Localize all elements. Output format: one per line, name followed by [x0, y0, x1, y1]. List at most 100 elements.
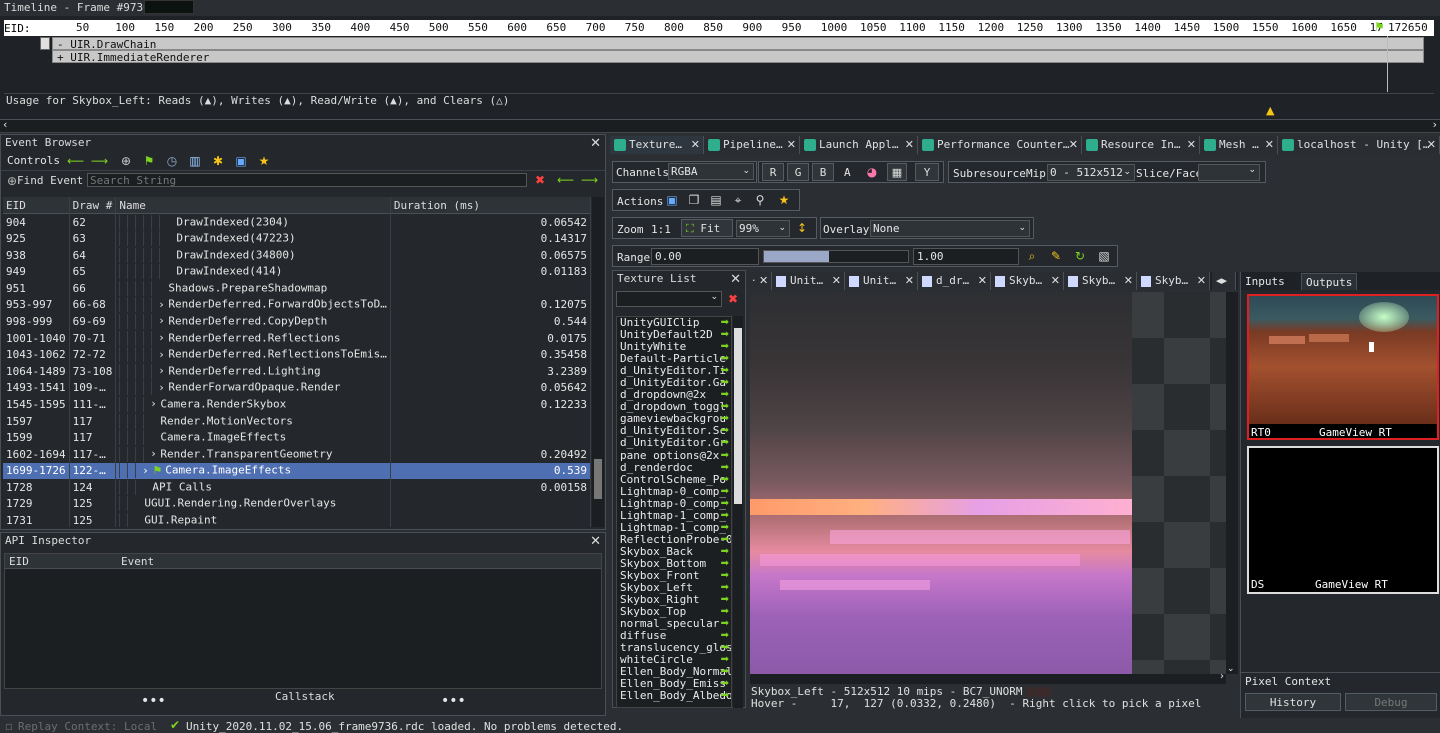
event-row[interactable]: 1731 125 GUI.Repaint: [3, 512, 591, 527]
close-texture-list-icon[interactable]: ✕: [730, 272, 741, 288]
goto-texture-arrow-icon[interactable]: ➡: [721, 534, 729, 546]
event-row[interactable]: 998-999 69-69 › RenderDeferred.CopyDepth 0.5…: [3, 313, 591, 330]
texture-list-item[interactable]: pane options@2x ➡: [617, 450, 731, 462]
search-event-input[interactable]: [87, 173, 527, 187]
goto-texture-arrow-icon[interactable]: ➡: [721, 486, 729, 498]
mip-select[interactable]: 0 - 512x512 ⌄: [1047, 164, 1135, 181]
zoom-range-icon[interactable]: ⌕: [1025, 249, 1039, 263]
texture-list-item[interactable]: d_UnityEditor.Gr ➡: [617, 437, 731, 449]
save-texture-icon[interactable]: ▣: [665, 193, 679, 207]
goto-texture-arrow-icon[interactable]: ➡: [721, 558, 729, 570]
texture-list-item[interactable]: diffuse ➡: [617, 630, 731, 642]
expand-chevron-icon[interactable]: ›: [143, 464, 152, 477]
texture-list-item[interactable]: Ellen_Body_Albedo ➡: [617, 690, 731, 702]
favorite-star-icon[interactable]: ★: [257, 154, 271, 168]
channel-b-toggle[interactable]: B: [812, 163, 834, 181]
close-tab-icon[interactable]: ✕: [1427, 136, 1436, 154]
event-row[interactable]: 1064-1489 73-108 › RenderDeferred.Lighting 3…: [3, 362, 591, 380]
event-row[interactable]: 1001-1040 70-71 › RenderDeferred.Reflection…: [3, 329, 591, 347]
next-event-icon[interactable]: ⟶: [91, 154, 108, 168]
expand-chevron-icon[interactable]: ›: [151, 447, 160, 460]
channel-a-toggle[interactable]: A: [844, 166, 851, 179]
main-tab[interactable]: localhost - Unity [… ✕: [1278, 136, 1440, 154]
event-row[interactable]: 1597 117 Render.MotionVectors: [3, 412, 591, 430]
close-tab-icon[interactable]: ✕: [832, 272, 841, 290]
range-max-input[interactable]: 1.00: [913, 248, 1019, 265]
texture-list-item[interactable]: gameviewbackgrou ➡: [617, 413, 731, 425]
texture-list-item[interactable]: Skybox_Bottom ➡: [617, 558, 731, 570]
checkerboard-icon[interactable]: ▦: [887, 163, 907, 181]
previous-event-icon[interactable]: ⟵: [67, 154, 84, 168]
texture-list-item[interactable]: UnityGUIClip ➡: [617, 317, 731, 329]
goto-texture-arrow-icon[interactable]: ➡: [721, 450, 729, 462]
texture-list-item[interactable]: d_UnityEditor.Ga ➡: [617, 377, 731, 389]
find-previous-icon[interactable]: ⟵: [557, 173, 574, 187]
close-tab-icon[interactable]: ✕: [1124, 272, 1133, 290]
col-duration[interactable]: Duration (ms): [390, 197, 591, 214]
time-durations-icon[interactable]: ◷: [165, 154, 179, 168]
goto-texture-arrow-icon[interactable]: ➡: [721, 413, 729, 425]
view-tab-overflow[interactable]: · ✕: [748, 272, 772, 290]
event-row[interactable]: 1493-1541 109-… › RenderForwardOpaque.Rende…: [3, 379, 591, 397]
bookmark-flag-icon[interactable]: ⚑: [142, 154, 156, 168]
close-tab-icon[interactable]: ✕: [1069, 136, 1078, 154]
event-row[interactable]: 938 64 DrawIndexed(34800) 0.06575: [3, 246, 591, 264]
goto-texture-arrow-icon[interactable]: ➡: [721, 546, 729, 558]
event-row[interactable]: 1599 117 Camera.ImageEffects: [3, 429, 591, 446]
chevron-down-icon[interactable]: ⌄: [1227, 664, 1235, 674]
scroll-right-icon[interactable]: ›: [1433, 118, 1437, 131]
goto-texture-arrow-icon[interactable]: ➡: [721, 510, 729, 522]
texture-list-item[interactable]: Skybox_Front ➡: [617, 570, 731, 582]
close-tab-icon[interactable]: ✕: [1187, 136, 1196, 154]
close-tab-icon[interactable]: ✕: [1051, 272, 1060, 290]
texture-list-scroll-thumb[interactable]: [734, 328, 742, 504]
expand-chevron-icon[interactable]: ›: [159, 381, 168, 394]
texture-list-item[interactable]: d_UnityEditor.Ti ➡: [617, 365, 731, 377]
texture-view-tab[interactable]: Unit… ✕: [772, 272, 845, 290]
statistics-icon[interactable]: ▥: [188, 154, 202, 168]
clear-filter-icon[interactable]: ✖: [726, 292, 740, 306]
expand-chevron-icon[interactable]: ›: [151, 397, 160, 410]
splitter-grip-right-icon[interactable]: •••: [441, 693, 466, 709]
close-tab-icon[interactable]: · ✕: [752, 274, 768, 287]
timeline-scrollbar[interactable]: ‹ ›: [0, 118, 1440, 133]
col-name[interactable]: Name: [115, 197, 391, 214]
col-eid[interactable]: EID: [3, 197, 70, 214]
goto-texture-arrow-icon[interactable]: ➡: [721, 582, 729, 594]
close-tab-icon[interactable]: ✕: [691, 136, 700, 154]
texture-view-tab[interactable]: d_dr… ✕: [918, 272, 991, 290]
expand-chevron-icon[interactable]: ›: [159, 364, 168, 377]
goto-texture-arrow-icon[interactable]: ➡: [721, 678, 729, 690]
copy-icon[interactable]: ❐: [687, 193, 701, 207]
event-row[interactable]: 953-997 66-68 › RenderDeferred.ForwardObjec…: [3, 296, 591, 314]
texture-view-tab[interactable]: Skyb… ✕: [1064, 272, 1137, 290]
main-tab[interactable]: Texture… ✕: [610, 136, 704, 154]
flip-y-icon[interactable]: ↕: [795, 221, 809, 235]
goto-texture-arrow-icon[interactable]: ➡: [721, 630, 729, 642]
event-row[interactable]: 904 62 DrawIndexed(2304) 0.06542: [3, 213, 591, 231]
texture-view-tab[interactable]: Skyb… ✕: [1137, 272, 1210, 290]
goto-texture-arrow-icon[interactable]: ➡: [721, 594, 729, 606]
auto-fit-icon[interactable]: ✎: [1049, 249, 1063, 263]
texture-list-item[interactable]: ReflectionProbe-0 ➡: [617, 534, 731, 546]
event-row[interactable]: 1602-1694 117-… › Render.TransparentGeometr…: [3, 445, 591, 463]
find-binoculars-icon[interactable]: ⊕: [119, 154, 133, 168]
texture-list-item[interactable]: UnityWhite ➡: [617, 341, 731, 353]
event-row[interactable]: 1729 125 UGUI.Rendering.RenderOverlays: [3, 495, 591, 513]
close-tab-icon[interactable]: ✕: [1265, 136, 1274, 154]
goto-location-icon[interactable]: ⌖: [731, 193, 745, 207]
goto-texture-arrow-icon[interactable]: ➡: [721, 606, 729, 618]
save-icon[interactable]: ▣: [234, 154, 248, 168]
goto-texture-arrow-icon[interactable]: ➡: [721, 462, 729, 474]
zoom-fit-button[interactable]: ⛶ Fit: [681, 219, 733, 237]
channel-g-toggle[interactable]: G: [787, 163, 809, 181]
callstack-label[interactable]: Callstack: [275, 690, 335, 703]
timeline-row-drawchain[interactable]: - UIR.DrawChain: [52, 37, 1424, 51]
api-col-eid[interactable]: EID: [9, 554, 29, 569]
close-api-inspector-icon[interactable]: ✕: [590, 534, 601, 550]
texture-list-item[interactable]: translucency_glos ➡: [617, 642, 731, 654]
texture-list-item[interactable]: Lightmap-0_comp_ ➡: [617, 486, 731, 498]
history-button[interactable]: History: [1245, 693, 1341, 711]
texture-view-tab[interactable]: Skyb… ✕: [991, 272, 1064, 290]
main-tab[interactable]: Pipeline… ✕: [704, 136, 800, 154]
